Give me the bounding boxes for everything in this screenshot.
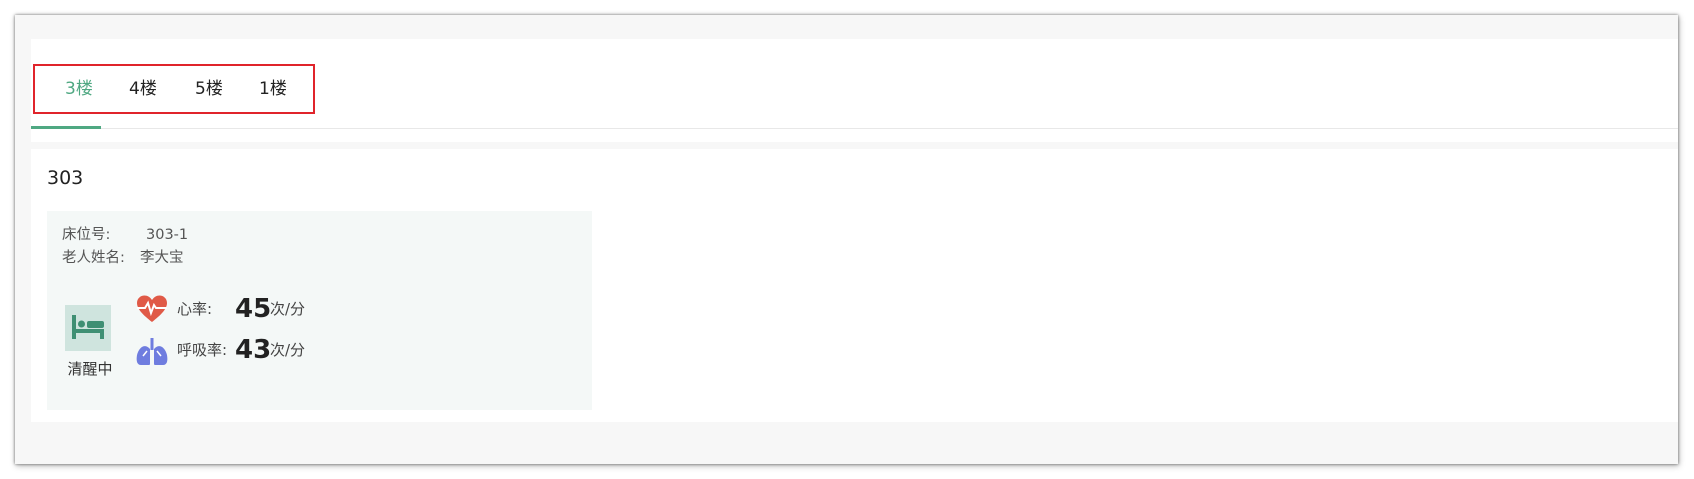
room-panel: 303 床位号: 303-1 老人姓名: 李大宝 清醒中 心率: 45 次/分 … [31, 149, 1678, 422]
bed-number-label: 床位号: [62, 227, 111, 243]
active-tab-indicator [31, 126, 101, 129]
floor-tab-bar: 3楼 4楼 5楼 1楼 [31, 39, 1678, 142]
room-number: 303 [47, 167, 84, 189]
tab-floor-1[interactable]: 1楼 [259, 76, 287, 102]
elder-name-label: 老人姓名: [62, 250, 125, 266]
respiration-rate-label: 呼吸率: [177, 341, 228, 359]
tab-floor-4[interactable]: 4楼 [129, 76, 157, 102]
respiration-rate-unit: 次/分 [270, 341, 306, 359]
bed-number-row: 床位号: 303-1 [62, 225, 188, 245]
tab-floor-5[interactable]: 5楼 [195, 76, 223, 102]
tab-floor-3[interactable]: 3楼 [65, 76, 93, 102]
elder-name-value: 李大宝 [140, 250, 184, 266]
bed-number-value: 303-1 [146, 227, 189, 243]
app-window: 3楼 4楼 5楼 1楼 303 床位号: 303-1 老人姓名: 李大宝 清醒中… [15, 15, 1678, 464]
respiration-rate-value: 43 [235, 335, 272, 365]
heart-rate-label: 心率: [177, 300, 213, 318]
sleep-status: 清醒中 [67, 360, 113, 378]
lungs-icon [135, 337, 169, 367]
bed-icon [65, 305, 111, 351]
heart-rate-unit: 次/分 [270, 300, 306, 318]
tab-divider [31, 128, 1678, 129]
heart-rate-icon [135, 294, 169, 324]
bed-card[interactable]: 床位号: 303-1 老人姓名: 李大宝 清醒中 心率: 45 次/分 呼吸率:… [47, 211, 592, 410]
elder-name-row: 老人姓名: 李大宝 [62, 248, 184, 268]
heart-rate-value: 45 [235, 294, 272, 324]
